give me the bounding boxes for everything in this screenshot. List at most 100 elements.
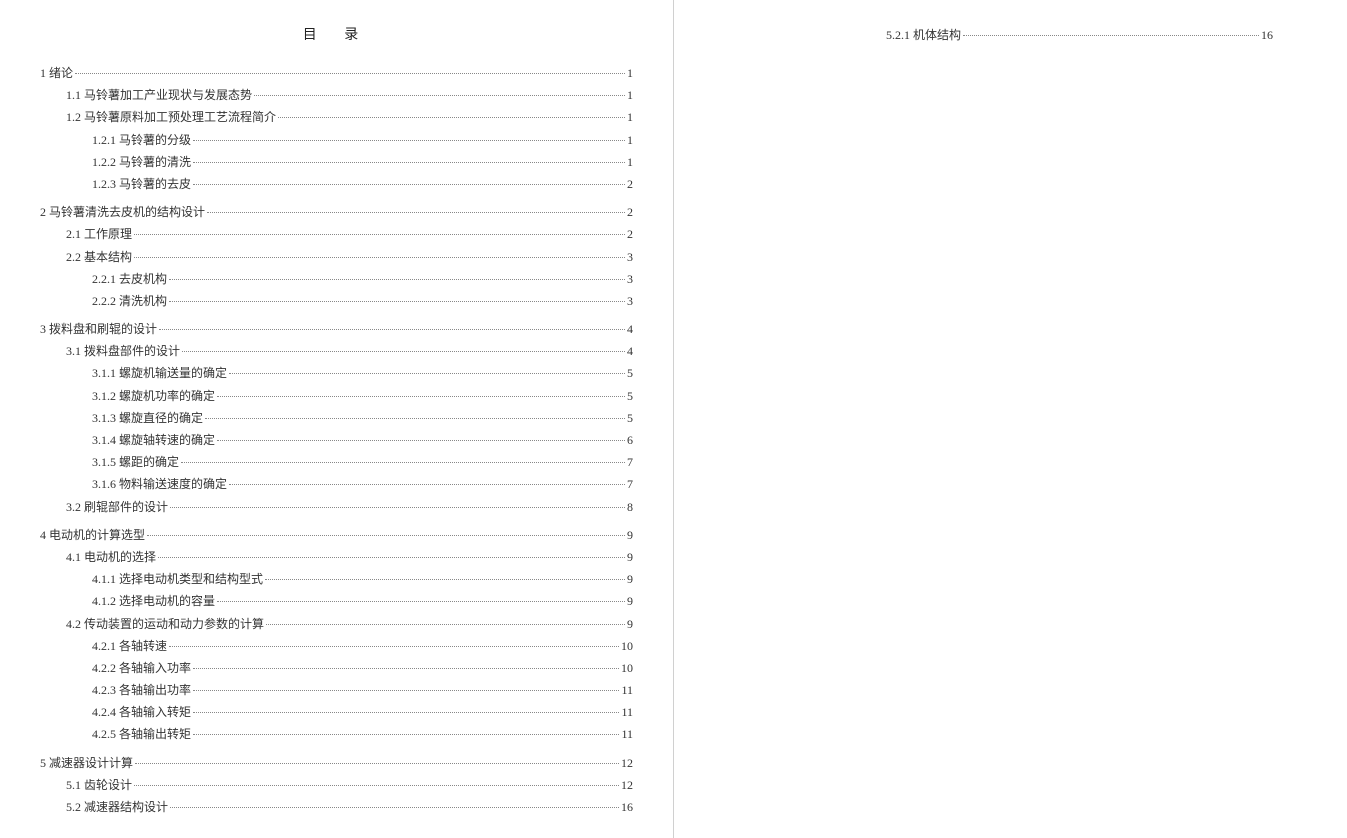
toc-leader-dots <box>193 668 619 669</box>
toc-leader-dots <box>169 646 619 647</box>
toc-entry-page: 3 <box>627 246 633 268</box>
toc-entry-page: 1 <box>627 129 633 151</box>
toc-entry-label: 1.1 马铃薯加工产业现状与发展态势 <box>66 84 252 106</box>
toc-leader-dots <box>170 507 625 508</box>
toc-entry-page: 11 <box>621 723 633 745</box>
toc-entry: 5.2 减速器结构设计16 <box>66 796 633 818</box>
toc-entry-page: 7 <box>627 473 633 495</box>
toc-entry-label: 1.2.1 马铃薯的分级 <box>92 129 191 151</box>
toc-entry-label: 2 马铃薯清洗去皮机的结构设计 <box>40 201 205 223</box>
toc-leader-dots <box>182 351 625 352</box>
toc-entry-page: 5 <box>627 362 633 384</box>
toc-leader-dots <box>193 734 619 735</box>
toc-list-right: 5.2.1 机体结构16 <box>714 24 1307 46</box>
toc-leader-dots <box>193 140 625 141</box>
toc-entry: 2.2.2 清洗机构3 <box>92 290 633 312</box>
toc-entry-page: 9 <box>627 613 633 635</box>
toc-entry-label: 1.2 马铃薯原料加工预处理工艺流程简介 <box>66 106 276 128</box>
toc-entry-label: 5 减速器设计计算 <box>40 752 133 774</box>
toc-entry-label: 4.1.1 选择电动机类型和结构型式 <box>92 568 263 590</box>
toc-entry-label: 4.2.3 各轴输出功率 <box>92 679 191 701</box>
toc-entry-label: 1.2.2 马铃薯的清洗 <box>92 151 191 173</box>
toc-leader-dots <box>254 95 625 96</box>
toc-entry-page: 5 <box>627 407 633 429</box>
toc-leader-dots <box>278 117 625 118</box>
toc-entry-page: 2 <box>627 223 633 245</box>
toc-entry-label: 3 拨料盘和刷辊的设计 <box>40 318 157 340</box>
toc-leader-dots <box>963 35 1259 36</box>
toc-entry: 2 马铃薯清洗去皮机的结构设计 2 <box>40 201 633 223</box>
toc-entry: 4.1 电动机的选择9 <box>66 546 633 568</box>
toc-entry-label: 5.2.1 机体结构 <box>886 24 961 46</box>
toc-leader-dots <box>75 73 625 74</box>
toc-entry-label: 5.1 齿轮设计 <box>66 774 132 796</box>
toc-entry: 3.1.5 螺距的确定 7 <box>92 451 633 473</box>
toc-entry: 3.1.4 螺旋轴转速的确定6 <box>92 429 633 451</box>
toc-entry: 3.1.2 螺旋机功率的确定5 <box>92 385 633 407</box>
toc-leader-dots <box>193 184 625 185</box>
toc-entry-page: 9 <box>627 546 633 568</box>
toc-entry-page: 4 <box>627 340 633 362</box>
toc-entry: 4.2.2 各轴输入功率10 <box>92 657 633 679</box>
toc-entry: 5 减速器设计计算12 <box>40 752 633 774</box>
toc-leader-dots <box>193 690 619 691</box>
toc-leader-dots <box>193 712 619 713</box>
document-spread: 目 录 1 绪论11.1 马铃薯加工产业现状与发展态势11.2 马铃薯原料加工预… <box>0 0 1347 838</box>
toc-entry-page: 10 <box>621 657 633 679</box>
toc-entry-label: 1.2.3 马铃薯的去皮 <box>92 173 191 195</box>
toc-entry-page: 7 <box>627 451 633 473</box>
toc-entry-page: 16 <box>621 796 633 818</box>
toc-entry-label: 4 电动机的计算选型 <box>40 524 145 546</box>
toc-entry: 1.1 马铃薯加工产业现状与发展态势1 <box>66 84 633 106</box>
toc-entry-label: 3.1.6 物料输送速度的确定 <box>92 473 227 495</box>
toc-list-left: 1 绪论11.1 马铃薯加工产业现状与发展态势11.2 马铃薯原料加工预处理工艺… <box>40 62 633 818</box>
page-left: 目 录 1 绪论11.1 马铃薯加工产业现状与发展态势11.2 马铃薯原料加工预… <box>0 0 674 838</box>
toc-entry: 2.2 基本结构 3 <box>66 246 633 268</box>
toc-entry-page: 2 <box>627 173 633 195</box>
toc-leader-dots <box>265 579 625 580</box>
toc-entry: 4.2 传动装置的运动和动力参数的计算9 <box>66 613 633 635</box>
toc-entry-label: 4.1.2 选择电动机的容量 <box>92 590 215 612</box>
toc-entry: 4.2.5 各轴输出转矩11 <box>92 723 633 745</box>
toc-entry: 1.2.2 马铃薯的清洗 1 <box>92 151 633 173</box>
toc-leader-dots <box>158 557 625 558</box>
toc-leader-dots <box>193 162 625 163</box>
toc-entry: 4.2.1 各轴转速 10 <box>92 635 633 657</box>
toc-leader-dots <box>205 418 625 419</box>
toc-entry: 4.1.2 选择电动机的容量 9 <box>92 590 633 612</box>
toc-entry-label: 3.1.5 螺距的确定 <box>92 451 179 473</box>
toc-leader-dots <box>266 624 625 625</box>
toc-entry-page: 9 <box>627 590 633 612</box>
toc-entry-page: 9 <box>627 568 633 590</box>
toc-leader-dots <box>229 373 625 374</box>
toc-entry-label: 3.1.4 螺旋轴转速的确定 <box>92 429 215 451</box>
toc-entry-label: 2.2 基本结构 <box>66 246 132 268</box>
toc-entry: 3.1.3 螺旋直径的确定5 <box>92 407 633 429</box>
toc-leader-dots <box>181 462 625 463</box>
page-right: 5.2.1 机体结构16 <box>674 0 1347 838</box>
toc-leader-dots <box>217 396 625 397</box>
toc-entry-page: 12 <box>621 774 633 796</box>
toc-entry-page: 1 <box>627 62 633 84</box>
toc-entry: 3.1.1 螺旋机输送量的确定5 <box>92 362 633 384</box>
toc-leader-dots <box>207 212 625 213</box>
toc-entry-label: 3.1 拨料盘部件的设计 <box>66 340 180 362</box>
toc-title: 目 录 <box>40 24 633 44</box>
toc-entry-page: 3 <box>627 290 633 312</box>
toc-entry: 3 拨料盘和刷辊的设计4 <box>40 318 633 340</box>
toc-leader-dots <box>169 279 625 280</box>
toc-entry-page: 1 <box>627 151 633 173</box>
toc-entry: 4 电动机的计算选型9 <box>40 524 633 546</box>
toc-entry-page: 10 <box>621 635 633 657</box>
toc-entry: 4.1.1 选择电动机类型和结构型式 9 <box>92 568 633 590</box>
toc-entry-label: 3.2 刷辊部件的设计 <box>66 496 168 518</box>
toc-leader-dots <box>134 234 625 235</box>
toc-entry: 4.2.4 各轴输入转矩11 <box>92 701 633 723</box>
toc-entry-page: 8 <box>627 496 633 518</box>
toc-leader-dots <box>134 257 625 258</box>
toc-entry-label: 4.2.1 各轴转速 <box>92 635 167 657</box>
toc-entry-page: 2 <box>627 201 633 223</box>
toc-entry-page: 3 <box>627 268 633 290</box>
toc-entry-page: 1 <box>627 106 633 128</box>
toc-leader-dots <box>135 763 619 764</box>
